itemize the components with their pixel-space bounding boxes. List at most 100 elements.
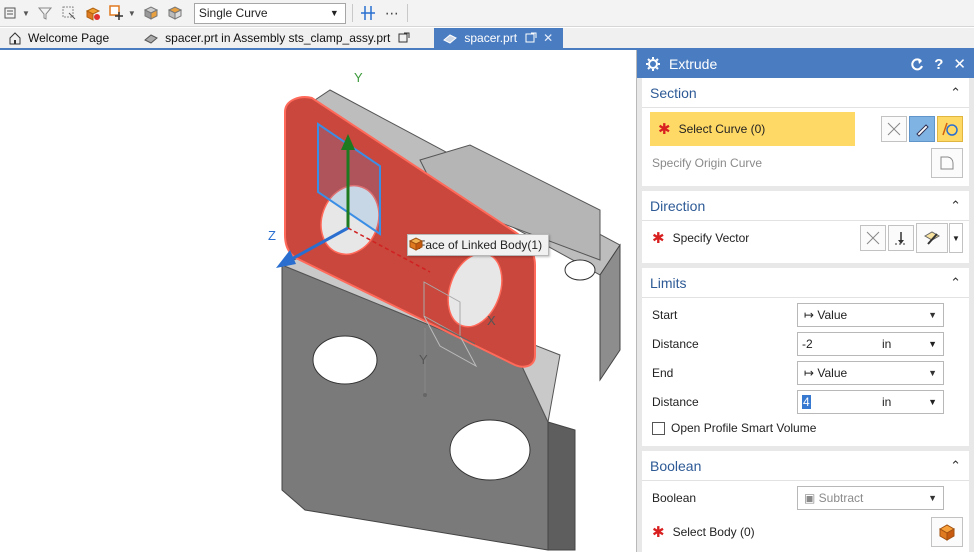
select-body-row: ✱ Select Body (0) — [642, 515, 969, 549]
chevron-down-icon[interactable]: ▼ — [928, 397, 937, 407]
sketch-section-icon[interactable] — [909, 116, 935, 142]
open-profile-label: Open Profile Smart Volume — [671, 421, 817, 435]
deselect-icon[interactable] — [860, 225, 886, 251]
chevron-down-icon: ▼ — [329, 8, 339, 18]
direction-group-header[interactable]: Direction ⌃ — [642, 191, 969, 221]
direction-group: Direction ⌃ ✱ Specify Vector ▼ — [642, 191, 969, 263]
tab-welcome-page[interactable]: Welcome Page — [0, 28, 119, 48]
tab-label: spacer.prt — [464, 31, 518, 45]
tab-label: spacer.prt in Assembly sts_clamp_assy.pr… — [165, 31, 391, 45]
boolean-value: Subtract — [818, 491, 864, 505]
selection-filter-value: Single Curve — [198, 6, 268, 20]
toolbar-divider — [406, 4, 408, 22]
distance1-value[interactable]: -2 — [802, 337, 882, 351]
chevron-up-icon[interactable]: ⌃ — [950, 198, 961, 214]
menu-icon[interactable] — [2, 4, 20, 22]
body-select-icon[interactable] — [931, 517, 963, 547]
chevron-up-icon[interactable]: ⌃ — [950, 458, 961, 474]
z-axis-label: Z — [268, 228, 276, 243]
help-icon[interactable]: ? — [934, 56, 943, 73]
distance1-unit[interactable]: in — [882, 337, 928, 351]
open-profile-checkbox[interactable] — [652, 421, 665, 435]
boolean-group: Boolean ⌃ Boolean ▣ Subtract ▼ ✱ Select … — [642, 451, 969, 552]
chevron-down-icon: ▼ — [928, 367, 937, 378]
more-icon[interactable]: ⋯ — [385, 5, 399, 22]
part-icon — [442, 31, 458, 45]
vector-dropdown-icon[interactable]: ▼ — [949, 223, 963, 253]
dialog-title-bar: Extrude ? ✕ — [637, 50, 974, 78]
select-curve-row: ✱ Select Curve (0) — [642, 108, 969, 146]
snap-caret-icon[interactable]: ▼ — [128, 9, 136, 18]
select-curve-field[interactable]: ✱ Select Curve (0) — [650, 112, 855, 146]
direction-title: Direction — [650, 197, 706, 214]
specify-vector-row: ✱ Specify Vector ▼ — [642, 221, 969, 255]
document-tabs: Welcome Page spacer.prt in Assembly sts_… — [0, 28, 974, 50]
reverse-direction-icon[interactable] — [888, 225, 914, 251]
external-link-icon — [398, 32, 410, 44]
value-arrow-icon: ↦ — [804, 307, 818, 322]
chevron-up-icon[interactable]: ⌃ — [950, 275, 961, 291]
gear-icon[interactable] — [645, 56, 661, 72]
home-icon — [8, 31, 22, 45]
distance2-unit[interactable]: in — [882, 395, 928, 409]
end-label: End — [652, 365, 674, 380]
close-icon[interactable]: ✕ — [953, 55, 966, 73]
selection-filter-dropdown[interactable]: Single Curve ▼ — [193, 2, 346, 24]
extrude-dialog: Extrude ? ✕ Section ⌃ ✱ Select Curve (0) — [636, 50, 974, 552]
section-group-header[interactable]: Section ⌃ — [642, 78, 969, 108]
part-icon — [143, 31, 159, 45]
filter-icon[interactable] — [36, 4, 54, 22]
section-group: Section ⌃ ✱ Select Curve (0) Specify Ori… — [642, 78, 969, 186]
snap-icon[interactable] — [108, 4, 126, 22]
graphics-viewport[interactable]: Y Z X Y Face of Linked Body(1) — [0, 50, 636, 552]
reset-icon[interactable] — [910, 57, 924, 71]
orient-icon[interactable] — [84, 4, 102, 22]
subtract-icon: ▣ — [804, 491, 819, 505]
tab-spacer-in-assembly[interactable]: spacer.prt in Assembly sts_clamp_assy.pr… — [119, 28, 420, 48]
start-row: Start ↦ Value ▼ — [642, 300, 969, 329]
specify-origin-row: Specify Origin Curve — [642, 146, 969, 180]
external-link-icon — [525, 32, 537, 44]
curve-select-icon[interactable] — [937, 116, 963, 142]
vector-icon[interactable] — [916, 223, 948, 253]
chevron-down-icon[interactable]: ▼ — [928, 339, 937, 349]
required-icon: ✱ — [652, 524, 665, 541]
part-model[interactable] — [0, 50, 636, 552]
end-dropdown[interactable]: ↦ Value ▼ — [797, 360, 944, 385]
select-icon[interactable] — [60, 4, 78, 22]
limits-group: Limits ⌃ Start ↦ Value ▼ Distance -2 in … — [642, 268, 969, 446]
distance1-field[interactable]: -2 in ▼ — [797, 331, 944, 356]
distance1-row: Distance -2 in ▼ — [642, 329, 969, 358]
section-title: Section — [650, 84, 697, 101]
distance1-label: Distance — [652, 336, 699, 351]
start-value: Value — [817, 307, 848, 322]
boolean-dropdown[interactable]: ▣ Subtract ▼ — [797, 486, 944, 510]
wireframe-cube-icon[interactable] — [166, 4, 184, 22]
close-icon[interactable]: ✕ — [543, 31, 553, 45]
y-axis-label-top: Y — [354, 70, 363, 85]
distance2-row: Distance 4 in ▼ — [642, 387, 969, 416]
tab-spacer[interactable]: spacer.prt ✕ — [434, 28, 564, 48]
distance2-value[interactable]: 4 — [802, 394, 811, 409]
selection-toolbar: ▼ ▼ Single Curve ▼ ⋯ — [0, 0, 974, 27]
end-value: Value — [817, 365, 848, 380]
specify-origin-label: Specify Origin Curve — [652, 156, 763, 170]
select-body-label: Select Body (0) — [672, 525, 755, 539]
open-profile-row: Open Profile Smart Volume — [642, 416, 969, 440]
menu-caret-icon[interactable]: ▼ — [22, 9, 30, 18]
origin-curve-icon[interactable] — [931, 148, 963, 178]
limits-group-header[interactable]: Limits ⌃ — [642, 268, 969, 298]
chevron-up-icon[interactable]: ⌃ — [950, 85, 961, 101]
shaded-cube-icon[interactable] — [142, 4, 160, 22]
nx-window: ▼ ▼ Single Curve ▼ ⋯ Welcome Page spacer… — [0, 0, 974, 552]
deselect-icon[interactable] — [881, 116, 907, 142]
start-dropdown[interactable]: ↦ Value ▼ — [797, 302, 944, 327]
start-label: Start — [652, 307, 678, 322]
boolean-group-header[interactable]: Boolean ⌃ — [642, 451, 969, 481]
distance2-field[interactable]: 4 in ▼ — [797, 389, 944, 414]
chevron-down-icon: ▼ — [928, 309, 937, 320]
distance2-label: Distance — [652, 394, 699, 409]
chevron-down-icon: ▼ — [928, 493, 937, 503]
snap-point-icon[interactable] — [359, 4, 377, 22]
boolean-label: Boolean — [652, 491, 697, 505]
